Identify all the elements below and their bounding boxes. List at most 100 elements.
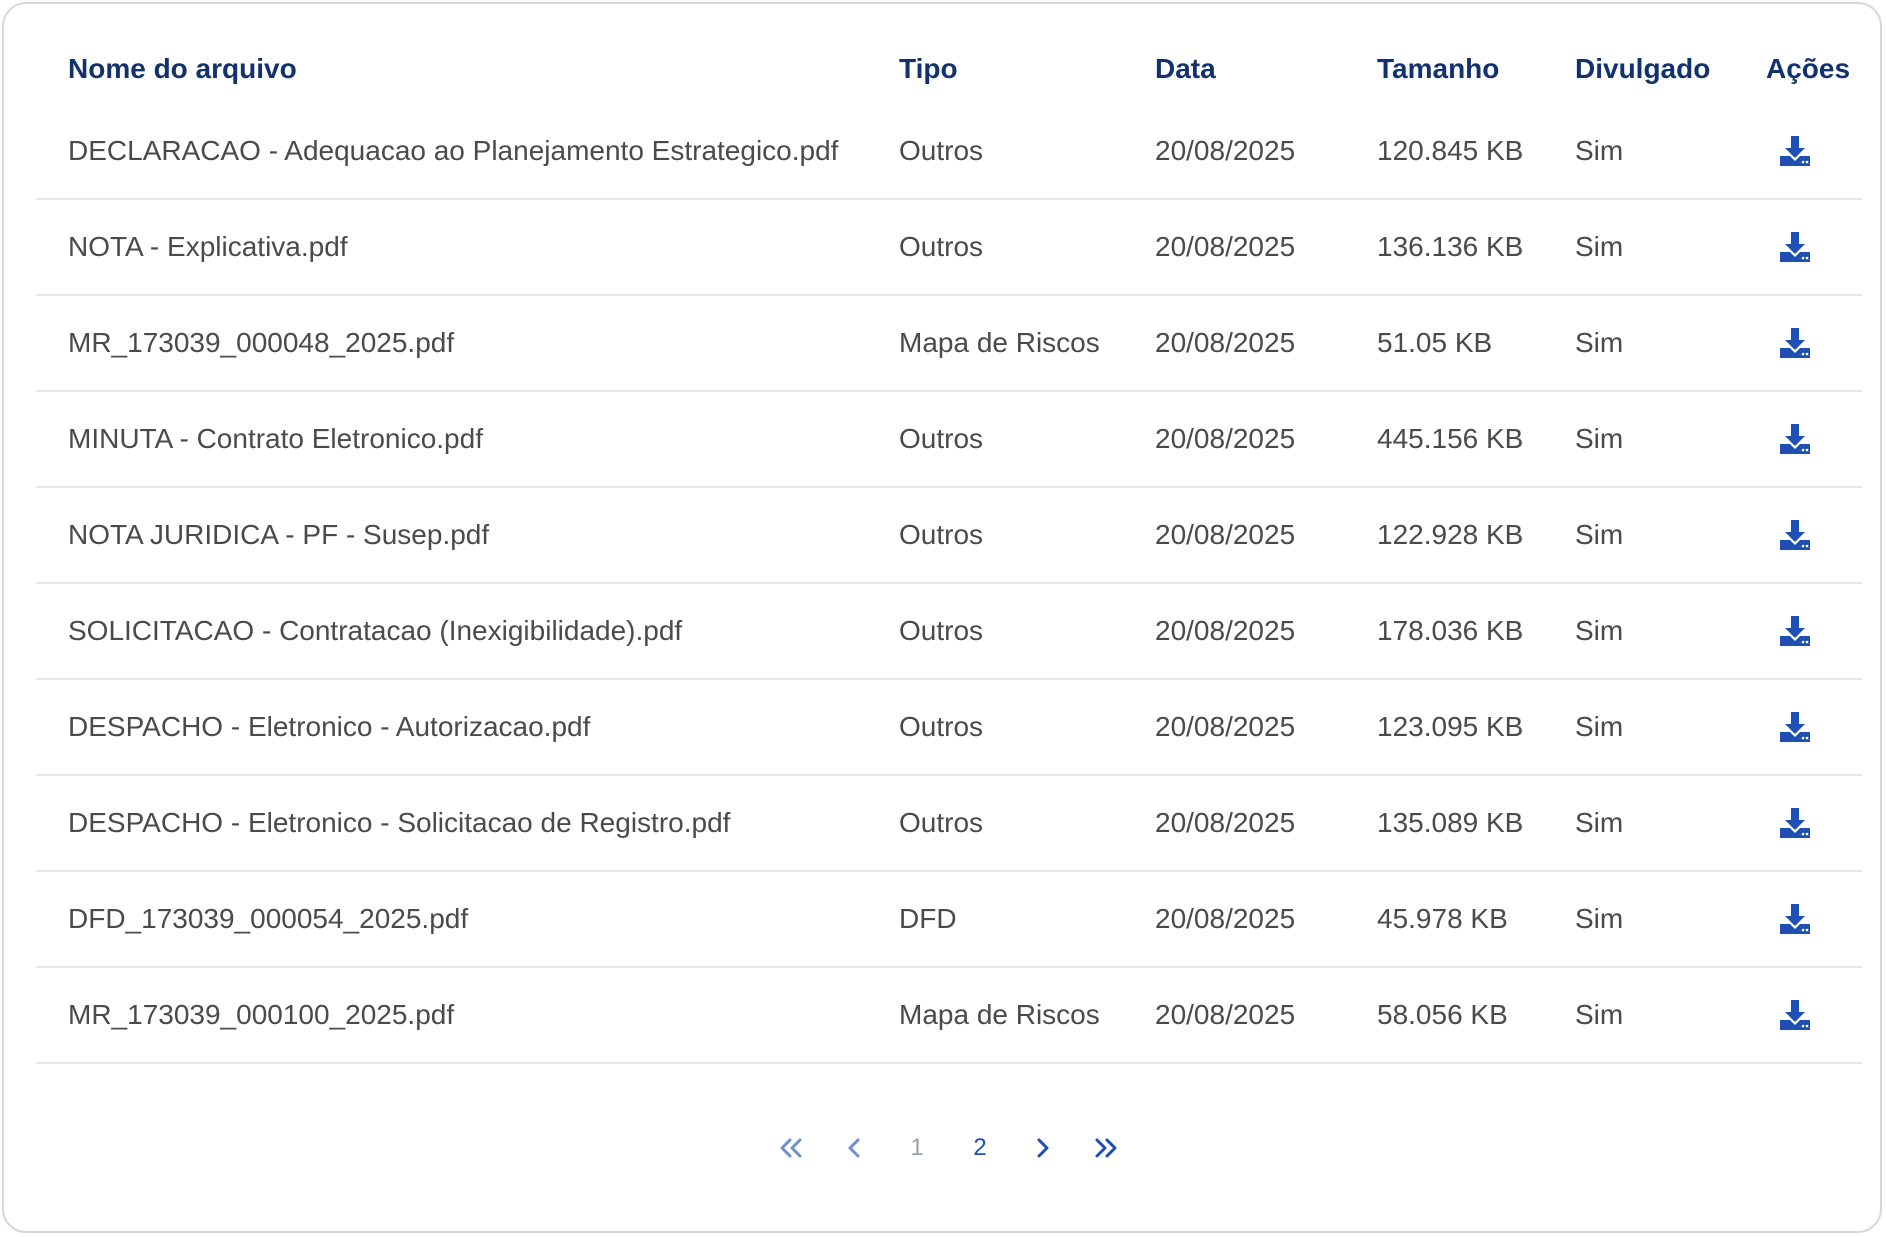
chevron-left-icon: [848, 1138, 860, 1158]
file-tamanho: 135.089 KB: [1377, 807, 1524, 838]
file-tamanho: 120.845 KB: [1377, 135, 1524, 166]
first-page-button[interactable]: [767, 1124, 815, 1172]
double-chevron-right-icon: [1095, 1138, 1117, 1158]
download-button[interactable]: [1775, 899, 1815, 939]
download-icon: [1780, 328, 1810, 358]
file-data: 20/08/2025: [1155, 807, 1296, 838]
file-divulgado: Sim: [1575, 807, 1624, 838]
file-divulgado: Sim: [1575, 903, 1624, 934]
file-data: 20/08/2025: [1155, 231, 1296, 262]
chevron-right-icon: [1037, 1138, 1049, 1158]
download-button[interactable]: [1775, 707, 1815, 747]
row-actions: [1775, 200, 1815, 294]
table-row: SOLICITACAO - Contratacao (Inexigibilida…: [36, 584, 1862, 680]
file-divulgado: Sim: [1575, 135, 1624, 166]
file-tipo: Mapa de Riscos: [899, 327, 1100, 358]
file-tipo: Outros: [899, 135, 984, 166]
file-data: 20/08/2025: [1155, 903, 1296, 934]
prev-page-button[interactable]: [830, 1124, 878, 1172]
download-icon: [1780, 808, 1810, 838]
download-button[interactable]: [1775, 419, 1815, 459]
file-name: DECLARACAO - Adequacao ao Planejamento E…: [68, 135, 839, 166]
row-actions: [1775, 872, 1815, 966]
header-data: Data: [1155, 53, 1216, 84]
header-tamanho: Tamanho: [1377, 53, 1500, 84]
download-button[interactable]: [1775, 803, 1815, 843]
download-icon: [1780, 136, 1810, 166]
page-2-button[interactable]: 2: [956, 1124, 1004, 1172]
row-actions: [1775, 104, 1815, 198]
table-row: NOTA - Explicativa.pdf Outros 20/08/2025 13…: [36, 200, 1862, 296]
download-button[interactable]: [1775, 131, 1815, 171]
download-button[interactable]: [1775, 995, 1815, 1035]
table-row: NOTA JURIDICA - PF - Susep.pdf Outros 20/0…: [36, 488, 1862, 584]
file-tamanho: 136.136 KB: [1377, 231, 1524, 262]
file-tamanho: 445.156 KB: [1377, 423, 1524, 454]
file-data: 20/08/2025: [1155, 423, 1296, 454]
download-button[interactable]: [1775, 515, 1815, 555]
row-actions: [1775, 584, 1815, 678]
file-data: 20/08/2025: [1155, 615, 1296, 646]
download-icon: [1780, 904, 1810, 934]
file-data: 20/08/2025: [1155, 135, 1296, 166]
header-tipo: Tipo: [899, 53, 958, 84]
file-tipo: Mapa de Riscos: [899, 999, 1100, 1030]
file-divulgado: Sim: [1575, 519, 1624, 550]
download-icon: [1780, 616, 1810, 646]
next-page-button[interactable]: [1019, 1124, 1067, 1172]
file-tipo: Outros: [899, 615, 984, 646]
file-divulgado: Sim: [1575, 711, 1624, 742]
table-row: DESPACHO - Eletronico - Solicitacao de R…: [36, 776, 1862, 872]
header-acoes: Ações: [1766, 53, 1851, 84]
file-data: 20/08/2025: [1155, 999, 1296, 1030]
file-data: 20/08/2025: [1155, 519, 1296, 550]
download-button[interactable]: [1775, 611, 1815, 651]
file-data: 20/08/2025: [1155, 711, 1296, 742]
file-tamanho: 51.05 KB: [1377, 327, 1493, 358]
file-tipo: Outros: [899, 711, 984, 742]
file-tipo: Outros: [899, 423, 984, 454]
download-button[interactable]: [1775, 227, 1815, 267]
file-name: DESPACHO - Eletronico - Autorizacao.pdf: [68, 711, 591, 742]
row-actions: [1775, 968, 1815, 1062]
files-card: Nome do arquivo Tipo Data Tamanho Divulg…: [2, 2, 1882, 1233]
download-icon: [1780, 520, 1810, 550]
pagination: 1 2: [4, 1124, 1886, 1172]
file-tamanho: 58.056 KB: [1377, 999, 1508, 1030]
file-tipo: Outros: [899, 231, 984, 262]
table-body: DECLARACAO - Adequacao ao Planejamento E…: [36, 104, 1862, 1064]
file-name: DFD_173039_000054_2025.pdf: [68, 903, 469, 934]
row-actions: [1775, 776, 1815, 870]
table-row: DESPACHO - Eletronico - Autorizacao.pdf O…: [36, 680, 1862, 776]
file-name: MINUTA - Contrato Eletronico.pdf: [68, 423, 483, 454]
download-button[interactable]: [1775, 323, 1815, 363]
last-page-button[interactable]: [1082, 1124, 1130, 1172]
table-row: DFD_173039_000054_2025.pdf DFD 20/08/2025 4…: [36, 872, 1862, 968]
file-name: DESPACHO - Eletronico - Solicitacao de R…: [68, 807, 731, 838]
row-actions: [1775, 680, 1815, 774]
file-name: MR_173039_000048_2025.pdf: [68, 327, 455, 358]
file-data: 20/08/2025: [1155, 327, 1296, 358]
table-row: MINUTA - Contrato Eletronico.pdf Outros 20…: [36, 392, 1862, 488]
file-name: MR_173039_000100_2025.pdf: [68, 999, 455, 1030]
files-table: Nome do arquivo Tipo Data Tamanho Divulg…: [36, 34, 1862, 1064]
file-name: SOLICITACAO - Contratacao (Inexigibilida…: [68, 615, 683, 646]
download-icon: [1780, 232, 1810, 262]
file-divulgado: Sim: [1575, 999, 1624, 1030]
file-tamanho: 123.095 KB: [1377, 711, 1524, 742]
file-tipo: Outros: [899, 519, 984, 550]
file-tamanho: 45.978 KB: [1377, 903, 1508, 934]
file-name: NOTA - Explicativa.pdf: [68, 231, 348, 262]
file-tamanho: 178.036 KB: [1377, 615, 1524, 646]
table-row: MR_173039_000100_2025.pdf Mapa de Riscos 2…: [36, 968, 1862, 1064]
download-icon: [1780, 424, 1810, 454]
page-1-button[interactable]: 1: [893, 1124, 941, 1172]
file-tamanho: 122.928 KB: [1377, 519, 1524, 550]
file-tipo: Outros: [899, 807, 984, 838]
download-icon: [1780, 712, 1810, 742]
header-divulgado: Divulgado: [1575, 53, 1711, 84]
download-icon: [1780, 1000, 1810, 1030]
table-header: Nome do arquivo Tipo Data Tamanho Divulg…: [36, 34, 1862, 104]
file-divulgado: Sim: [1575, 231, 1624, 262]
row-actions: [1775, 392, 1815, 486]
